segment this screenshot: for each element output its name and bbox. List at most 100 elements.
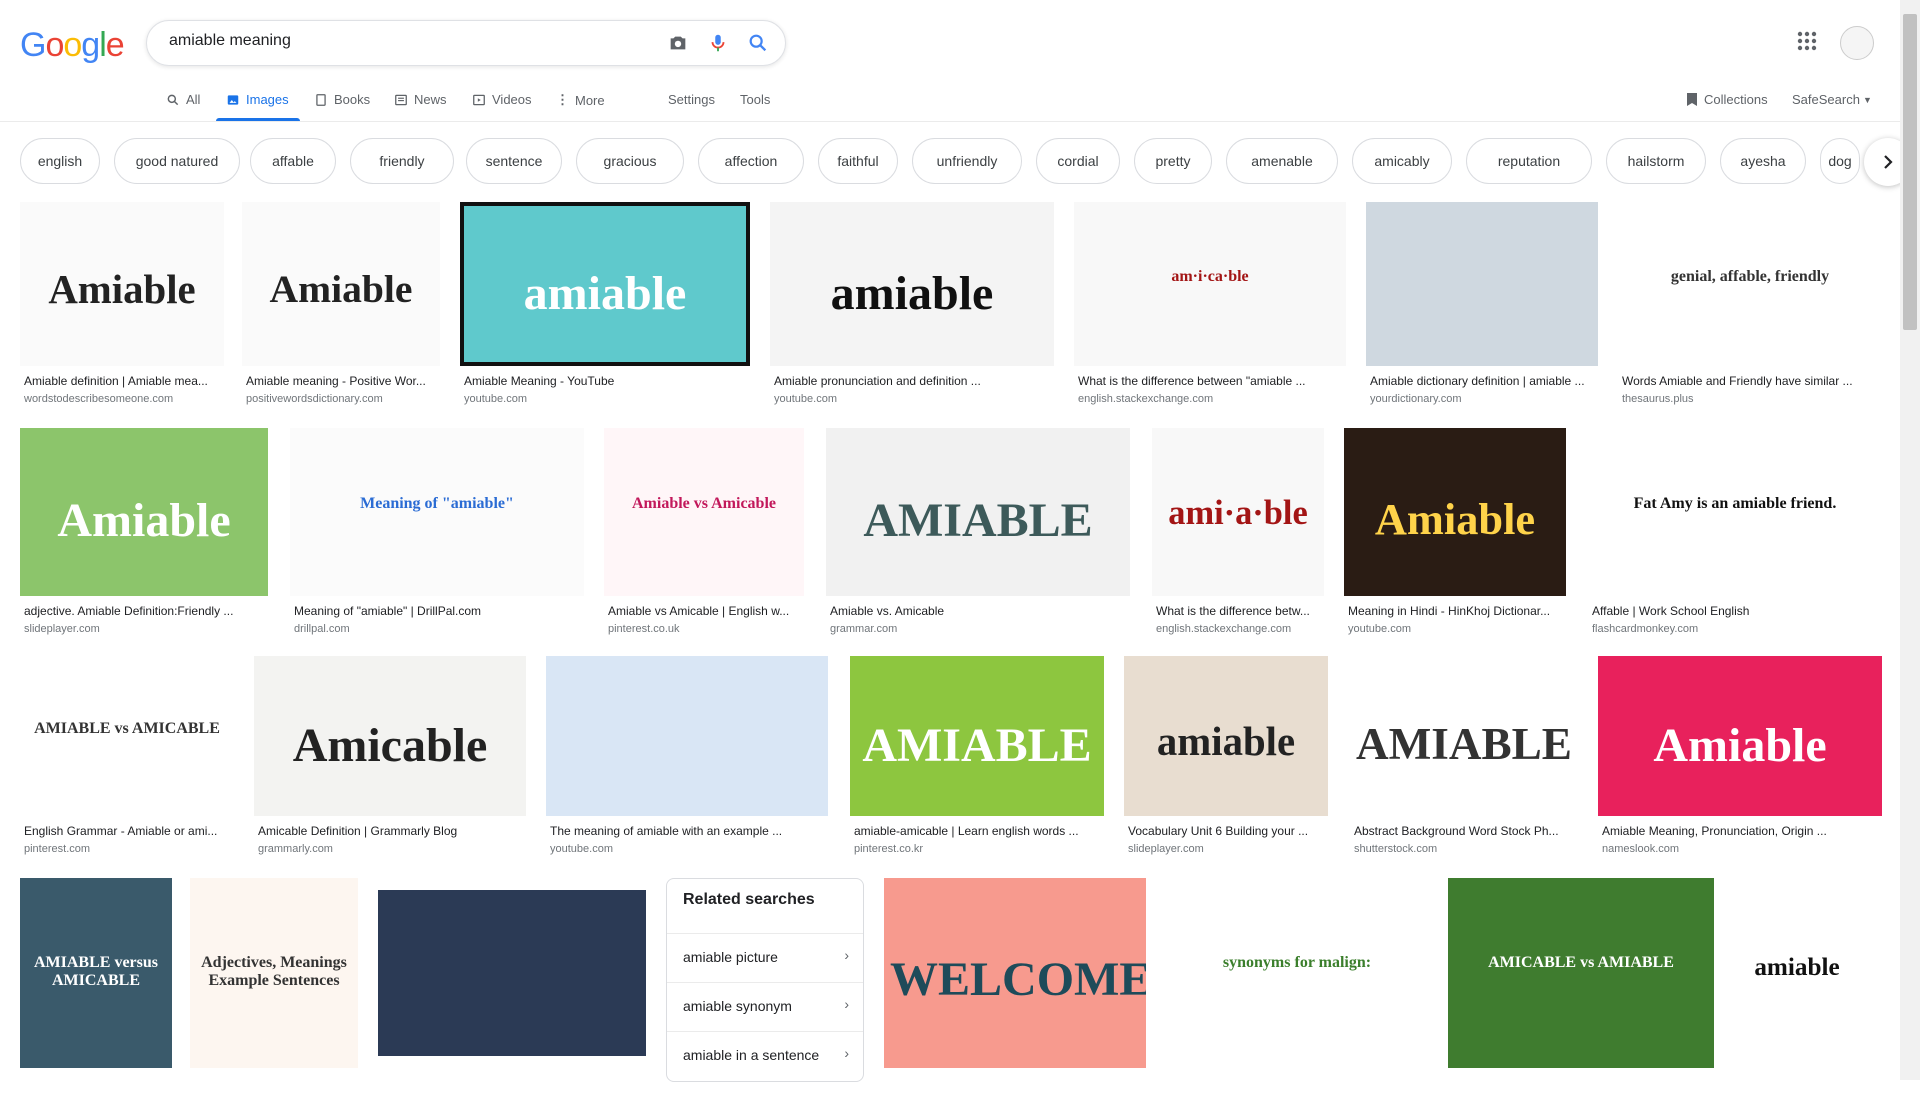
safesearch-toggle[interactable]: SafeSearch ▼ xyxy=(1792,92,1872,107)
chip-affable[interactable]: affable xyxy=(250,138,336,184)
result-thumbnail[interactable]: Amiable xyxy=(1598,656,1882,816)
chip-good-natured[interactable]: good natured xyxy=(114,138,240,184)
result-title[interactable]: What is the difference between "amiable … xyxy=(1078,374,1342,388)
image-result[interactable]: Amiable Meaning in Hindi - HinKhoj Dictio… xyxy=(1344,428,1566,640)
settings-link[interactable]: Settings xyxy=(668,92,715,107)
image-result[interactable]: genial, affable, friendly Words Amiable a… xyxy=(1618,202,1882,410)
result-thumbnail[interactable]: Amiable xyxy=(1344,428,1566,596)
result-thumbnail[interactable]: Adjectives, Meanings Example Sentences xyxy=(190,878,358,1068)
result-thumbnail[interactable]: am·i·ca·ble xyxy=(1074,202,1346,366)
chip-pretty[interactable]: pretty xyxy=(1134,138,1212,184)
google-logo[interactable]: Google xyxy=(20,26,125,65)
image-result[interactable]: synonyms for malign: xyxy=(1166,878,1428,1112)
image-result[interactable]: AMIABLE Amiable vs. Amicable grammar.com xyxy=(826,428,1130,640)
result-title[interactable]: Meaning of "amiable" | DrillPal.com xyxy=(294,604,580,618)
image-result[interactable]: am·i·ca·ble What is the difference betwee… xyxy=(1074,202,1346,410)
search-box[interactable] xyxy=(146,20,786,66)
tools-link[interactable]: Tools xyxy=(740,92,770,107)
chip-unfriendly[interactable]: unfriendly xyxy=(912,138,1022,184)
apps-grid-icon[interactable] xyxy=(1796,30,1818,52)
search-input[interactable] xyxy=(167,31,651,51)
result-title[interactable]: Amiable dictionary definition | amiable … xyxy=(1370,374,1594,388)
result-title[interactable]: Amiable pronunciation and definition ... xyxy=(774,374,1050,388)
image-result[interactable]: WELCOME! xyxy=(884,878,1146,1112)
result-thumbnail[interactable]: amiable xyxy=(1124,656,1328,816)
result-thumbnail[interactable]: amiable xyxy=(460,202,750,366)
related-search-item[interactable]: amiable picture › xyxy=(667,933,863,982)
result-title[interactable]: English Grammar - Amiable or ami... xyxy=(24,824,230,838)
search-icon[interactable] xyxy=(747,32,769,54)
result-title[interactable]: Amiable definition | Amiable mea... xyxy=(24,374,220,388)
image-result[interactable]: AMIABLE versus AMICABLE xyxy=(20,878,172,1112)
scrollbar-thumb[interactable] xyxy=(1903,14,1917,330)
result-thumbnail[interactable]: AMIABLE xyxy=(1350,656,1576,816)
camera-icon[interactable] xyxy=(667,32,689,54)
result-thumbnail[interactable]: Meaning of "amiable" xyxy=(290,428,584,596)
result-title[interactable]: Amiable Meaning - YouTube xyxy=(464,374,746,388)
chip-reputation[interactable]: reputation xyxy=(1466,138,1592,184)
result-thumbnail[interactable]: Amiable xyxy=(242,202,440,366)
result-thumbnail[interactable]: Amiable xyxy=(20,428,268,596)
image-result[interactable]: AMIABLE vs AMICABLE English Grammar - Ami… xyxy=(20,656,234,860)
chip-amenable[interactable]: amenable xyxy=(1226,138,1338,184)
image-result[interactable]: amiable Amiable Meaning - YouTube youtube.… xyxy=(460,202,750,410)
result-thumbnail[interactable]: ami·a·ble xyxy=(1152,428,1324,596)
result-title[interactable]: The meaning of amiable with an example .… xyxy=(550,824,824,838)
chip-english[interactable]: english xyxy=(20,138,100,184)
chip-faithful[interactable]: faithful xyxy=(818,138,898,184)
image-result[interactable]: Fat Amy is an amiable friend. Affable | W… xyxy=(1588,428,1882,640)
image-result[interactable]: The meaning of amiable with an example .… xyxy=(546,656,828,860)
result-title[interactable]: amiable-amicable | Learn english words .… xyxy=(854,824,1100,838)
image-result[interactable]: Amiable vs Amicable Amiable vs Amicable |… xyxy=(604,428,804,640)
image-result[interactable]: Amiable Amiable meaning - Positive Wor...… xyxy=(242,202,440,410)
tab-more[interactable]: ⋮ More xyxy=(556,92,605,108)
chip-gracious[interactable]: gracious xyxy=(576,138,684,184)
result-title[interactable]: What is the difference betw... xyxy=(1156,604,1320,618)
result-thumbnail[interactable]: genial, affable, friendly xyxy=(1618,202,1882,366)
result-thumbnail[interactable]: WELCOME! xyxy=(884,878,1146,1068)
related-search-item[interactable]: amiable synonym › xyxy=(667,982,863,1031)
image-result[interactable] xyxy=(378,890,646,1100)
chip-friendly[interactable]: friendly xyxy=(350,138,454,184)
tab-videos[interactable]: Videos xyxy=(472,92,532,107)
result-thumbnail[interactable] xyxy=(378,890,646,1056)
result-thumbnail[interactable]: Amiable xyxy=(20,202,224,366)
result-title[interactable]: Words Amiable and Friendly have similar … xyxy=(1622,374,1878,388)
result-title[interactable]: Abstract Background Word Stock Ph... xyxy=(1354,824,1572,838)
image-result[interactable]: AMIABLE Abstract Background Word Stock Ph… xyxy=(1350,656,1576,860)
result-title[interactable]: Meaning in Hindi - HinKhoj Dictionar... xyxy=(1348,604,1562,618)
result-title[interactable]: Amiable vs Amicable | English w... xyxy=(608,604,800,618)
image-result[interactable]: ami·a·ble What is the difference betw... e… xyxy=(1152,428,1324,640)
result-title[interactable]: Amiable vs. Amicable xyxy=(830,604,1126,618)
result-thumbnail[interactable]: Amicable xyxy=(254,656,526,816)
chip-affection[interactable]: affection xyxy=(698,138,804,184)
collections-link[interactable]: Collections xyxy=(1686,92,1768,107)
result-thumbnail[interactable]: AMIABLE xyxy=(826,428,1130,596)
result-thumbnail[interactable]: amiable xyxy=(770,202,1054,366)
chip-ayesha[interactable]: ayesha xyxy=(1720,138,1806,184)
result-title[interactable]: Affable | Work School English xyxy=(1592,604,1878,618)
result-thumbnail[interactable]: AMIABLE xyxy=(850,656,1104,816)
image-result[interactable]: Amiable Amiable Meaning, Pronunciation, O… xyxy=(1598,656,1882,860)
chip-amicably[interactable]: amicably xyxy=(1352,138,1452,184)
result-thumbnail[interactable]: AMIABLE vs AMICABLE xyxy=(20,656,234,816)
image-result[interactable]: Amicable Amicable Definition | Grammarly … xyxy=(254,656,526,860)
result-title[interactable]: Amiable meaning - Positive Wor... xyxy=(246,374,436,388)
chip-dog[interactable]: dog xyxy=(1820,138,1860,184)
result-thumbnail[interactable]: AMICABLE vs AMIABLE xyxy=(1448,878,1714,1068)
account-avatar[interactable] xyxy=(1840,26,1874,60)
tab-images[interactable]: Images xyxy=(226,92,289,107)
result-thumbnail[interactable] xyxy=(546,656,828,816)
image-result[interactable]: Amiable Amiable definition | Amiable mea.… xyxy=(20,202,224,410)
image-result[interactable]: AMICABLE vs AMIABLE xyxy=(1448,878,1714,1112)
result-thumbnail[interactable]: Fat Amy is an amiable friend. xyxy=(1588,428,1882,596)
microphone-icon[interactable] xyxy=(707,32,729,54)
result-title[interactable]: Vocabulary Unit 6 Building your ... xyxy=(1128,824,1324,838)
image-result[interactable]: AMIABLE amiable-amicable | Learn english … xyxy=(850,656,1104,860)
tab-all[interactable]: All xyxy=(166,92,200,107)
image-result[interactable]: Amiable dictionary definition | amiable … xyxy=(1366,202,1598,410)
image-result[interactable]: amiable xyxy=(1734,878,1860,1112)
chip-hailstorm[interactable]: hailstorm xyxy=(1606,138,1706,184)
tab-news[interactable]: News xyxy=(394,92,447,107)
result-title[interactable]: Amicable Definition | Grammarly Blog xyxy=(258,824,522,838)
